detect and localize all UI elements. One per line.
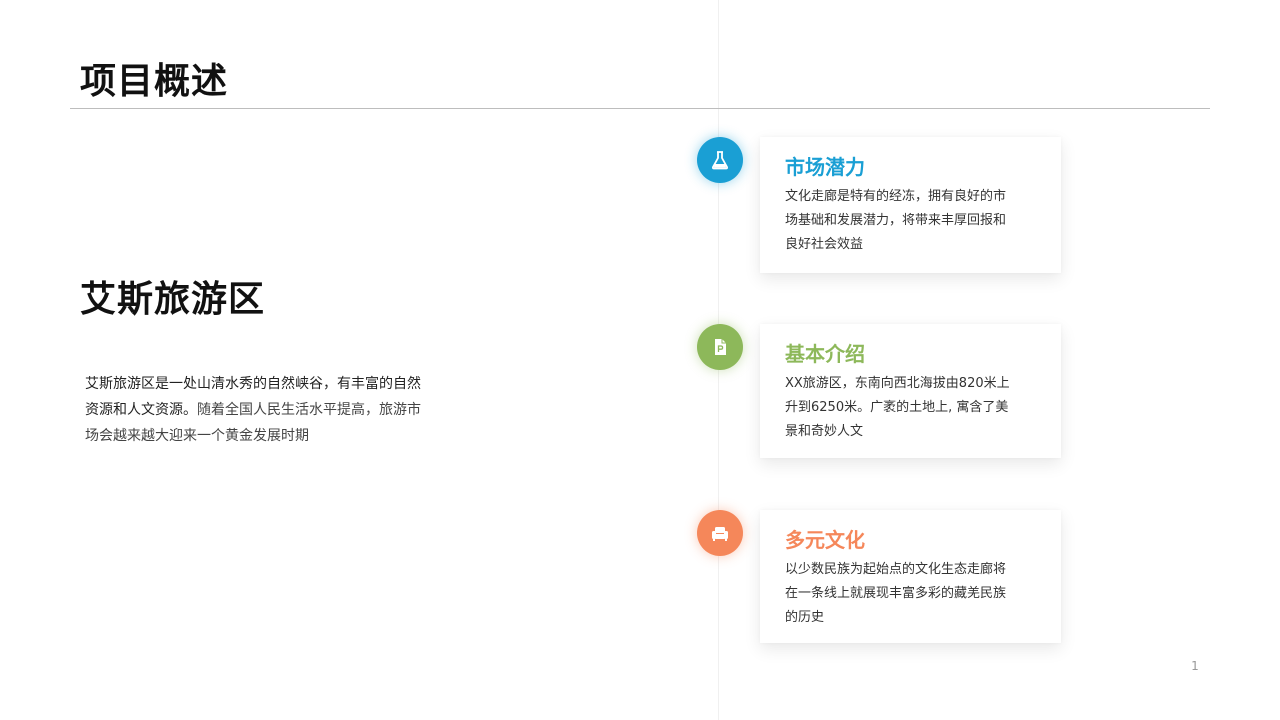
- card-title: 市场潜力: [785, 155, 865, 179]
- sofa-icon: [697, 510, 743, 556]
- card-title: 多元文化: [785, 528, 865, 552]
- document-icon: [697, 324, 743, 370]
- page-number: 1: [1191, 659, 1199, 673]
- title-underline: [70, 108, 1210, 109]
- card-text: XX旅游区，东南向西北海拔由820米上升到6250米。广袤的土地上, 寓含了美景…: [785, 376, 1010, 439]
- card-text: 以少数民族为起始点的文化生态走廊将在一条线上就展现丰富多彩的藏羌民族的历史: [785, 562, 1007, 625]
- card-market-potential: 市场潜力 文化走廊是特有的经冻，拥有良好的市场基础和发展潜力，将带来丰厚回报和良…: [760, 137, 1061, 273]
- flask-icon: [697, 137, 743, 183]
- card-text: 文化走廊是特有的经冻，拥有良好的市场基础和发展潜力，将带来丰厚回报和良好社会效益: [785, 189, 1007, 252]
- card-multi-culture: 多元文化 以少数民族为起始点的文化生态走廊将在一条线上就展现丰富多彩的藏羌民族的…: [760, 510, 1061, 643]
- page-title: 项目概述: [80, 61, 229, 102]
- card-title: 基本介绍: [785, 342, 865, 366]
- card-basic-intro: 基本介绍 XX旅游区，东南向西北海拔由820米上升到6250米。广袤的土地上, …: [760, 324, 1061, 458]
- section-title: 艾斯旅游区: [80, 279, 266, 320]
- intro-paragraph: 艾斯旅游区是一处山清水秀的自然峡谷，有丰富的自然资源和人文资源。随着全国人民生活…: [85, 371, 430, 449]
